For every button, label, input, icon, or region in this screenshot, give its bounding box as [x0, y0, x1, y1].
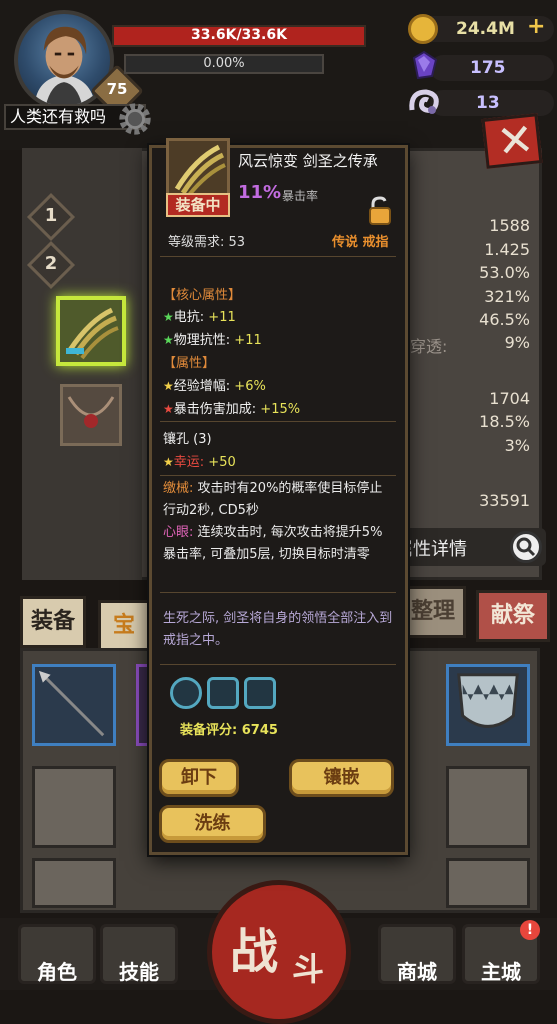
socket-attr-row: ★幸运: +50: [163, 455, 236, 470]
equipped-tag: 装备中: [166, 193, 230, 217]
item-rarity: 传说 戒指: [332, 235, 389, 250]
side-nav-1-label: 1: [44, 205, 58, 226]
reforge-button[interactable]: 洗练: [159, 805, 266, 843]
core-attr-title: 【核心属性】: [163, 288, 242, 303]
inventory-item-shield[interactable]: [446, 664, 530, 746]
lock-icon[interactable]: [366, 196, 394, 226]
sacrifice-button[interactable]: 献祭: [476, 590, 550, 642]
battle-button[interactable]: [207, 880, 351, 1024]
close-button[interactable]: ✕: [481, 113, 543, 169]
inventory-slot[interactable]: [446, 858, 530, 908]
stat-value: 1704: [489, 389, 530, 408]
nav-role-label: 角色: [37, 960, 77, 984]
player-level: 75: [106, 80, 128, 98]
divider: [160, 592, 396, 593]
gold-amount: 24.4M: [456, 19, 515, 39]
xp-text: 0.00%: [203, 56, 245, 71]
skill-insight: 心眼: 连续攻击时, 每次攻击将提升5%暴击率, 可叠加5层, 切换目标时清零: [163, 525, 383, 562]
inventory-slot[interactable]: [32, 766, 116, 848]
stat-value: 9%: [504, 333, 530, 352]
socket-title: 镶孔 (3): [163, 432, 212, 447]
tab-equipment[interactable]: 装备: [20, 596, 86, 648]
notification-badge: !: [520, 920, 540, 940]
settings-gear-icon[interactable]: [116, 100, 154, 138]
necklace-icon: [67, 396, 115, 428]
battle-label-1: 战: [230, 924, 279, 980]
equipment-score: 装备评分: 6745: [180, 723, 278, 738]
stat-value: 1588: [489, 216, 530, 235]
stat-value: 33591: [479, 491, 530, 510]
inventory-slot[interactable]: [32, 858, 116, 908]
shield-icon: [457, 673, 519, 728]
equipment-slot-necklace[interactable]: [60, 384, 122, 446]
stat-value: 53.0%: [479, 263, 530, 282]
item-icon: [166, 138, 230, 200]
nav-main-city-label: 主城: [481, 960, 521, 984]
gem-amount: 175: [470, 58, 506, 78]
battle-label-2: 斗: [292, 950, 325, 988]
claw-ring-icon: [66, 307, 119, 360]
divider: [160, 421, 396, 422]
stat-value: 18.5%: [479, 412, 530, 431]
item-lore: 生死之际, 剑圣将自身的领悟全部注入到戒指之中。: [163, 611, 393, 648]
item-crit-label: 暴击率: [282, 189, 319, 203]
inventory-item-spear[interactable]: [32, 664, 116, 746]
ram-horn-icon: [408, 86, 440, 118]
sort-button[interactable]: 整理: [400, 586, 466, 638]
stat-value: 3%: [504, 436, 530, 455]
stat-value: 1.425: [484, 240, 530, 259]
item-crit-value: 11%: [238, 182, 282, 203]
attr-row: ★暴击伤害加成: +15%: [163, 402, 301, 417]
side-nav-2-label: 2: [44, 253, 58, 274]
close-icon: ✕: [494, 113, 537, 169]
spear-icon: [38, 670, 105, 737]
gold-coin-icon: [408, 14, 438, 44]
item-name: 风云惊变 剑圣之传承: [238, 152, 378, 170]
divider: [160, 256, 396, 257]
inventory-slot[interactable]: [446, 766, 530, 848]
unequip-button[interactable]: 卸下: [159, 759, 239, 797]
magnifier-icon[interactable]: [510, 531, 542, 563]
socket-gem-icon[interactable]: [207, 677, 239, 709]
equipped-ring-slot[interactable]: [56, 296, 126, 366]
claw-ring-icon: [174, 144, 226, 197]
stat-value: 321%: [484, 287, 530, 306]
inlay-button[interactable]: 镶嵌: [289, 759, 394, 797]
attr-row: ★经验增幅: +6%: [163, 379, 266, 394]
tab-treasure[interactable]: 宝: [98, 600, 150, 652]
divider: [160, 475, 396, 476]
nav-shop-label: 商城: [397, 960, 437, 984]
divider: [160, 664, 396, 665]
stat-value: 46.5%: [479, 310, 530, 329]
core-attr-row: ★电抗: +11: [163, 310, 236, 325]
purple-gem-icon: [410, 50, 438, 80]
level-requirement: 等级需求: 53: [168, 235, 246, 250]
attr-title: 【属性】: [163, 356, 216, 371]
add-gold-button[interactable]: +: [527, 14, 545, 39]
socket-gem-icon[interactable]: [170, 677, 202, 709]
hp-text: 33.6K/33.6K: [191, 27, 287, 43]
horn-amount: 13: [476, 93, 500, 113]
socket-gem-icon[interactable]: [244, 677, 276, 709]
nav-skill-label: 技能: [119, 960, 159, 984]
skill-disarm: 缴械: 攻击时有20%的概率使目标停止行动2秒, CD5秒: [163, 481, 383, 518]
core-attr-row: ★物理抗性: +11: [163, 333, 262, 348]
